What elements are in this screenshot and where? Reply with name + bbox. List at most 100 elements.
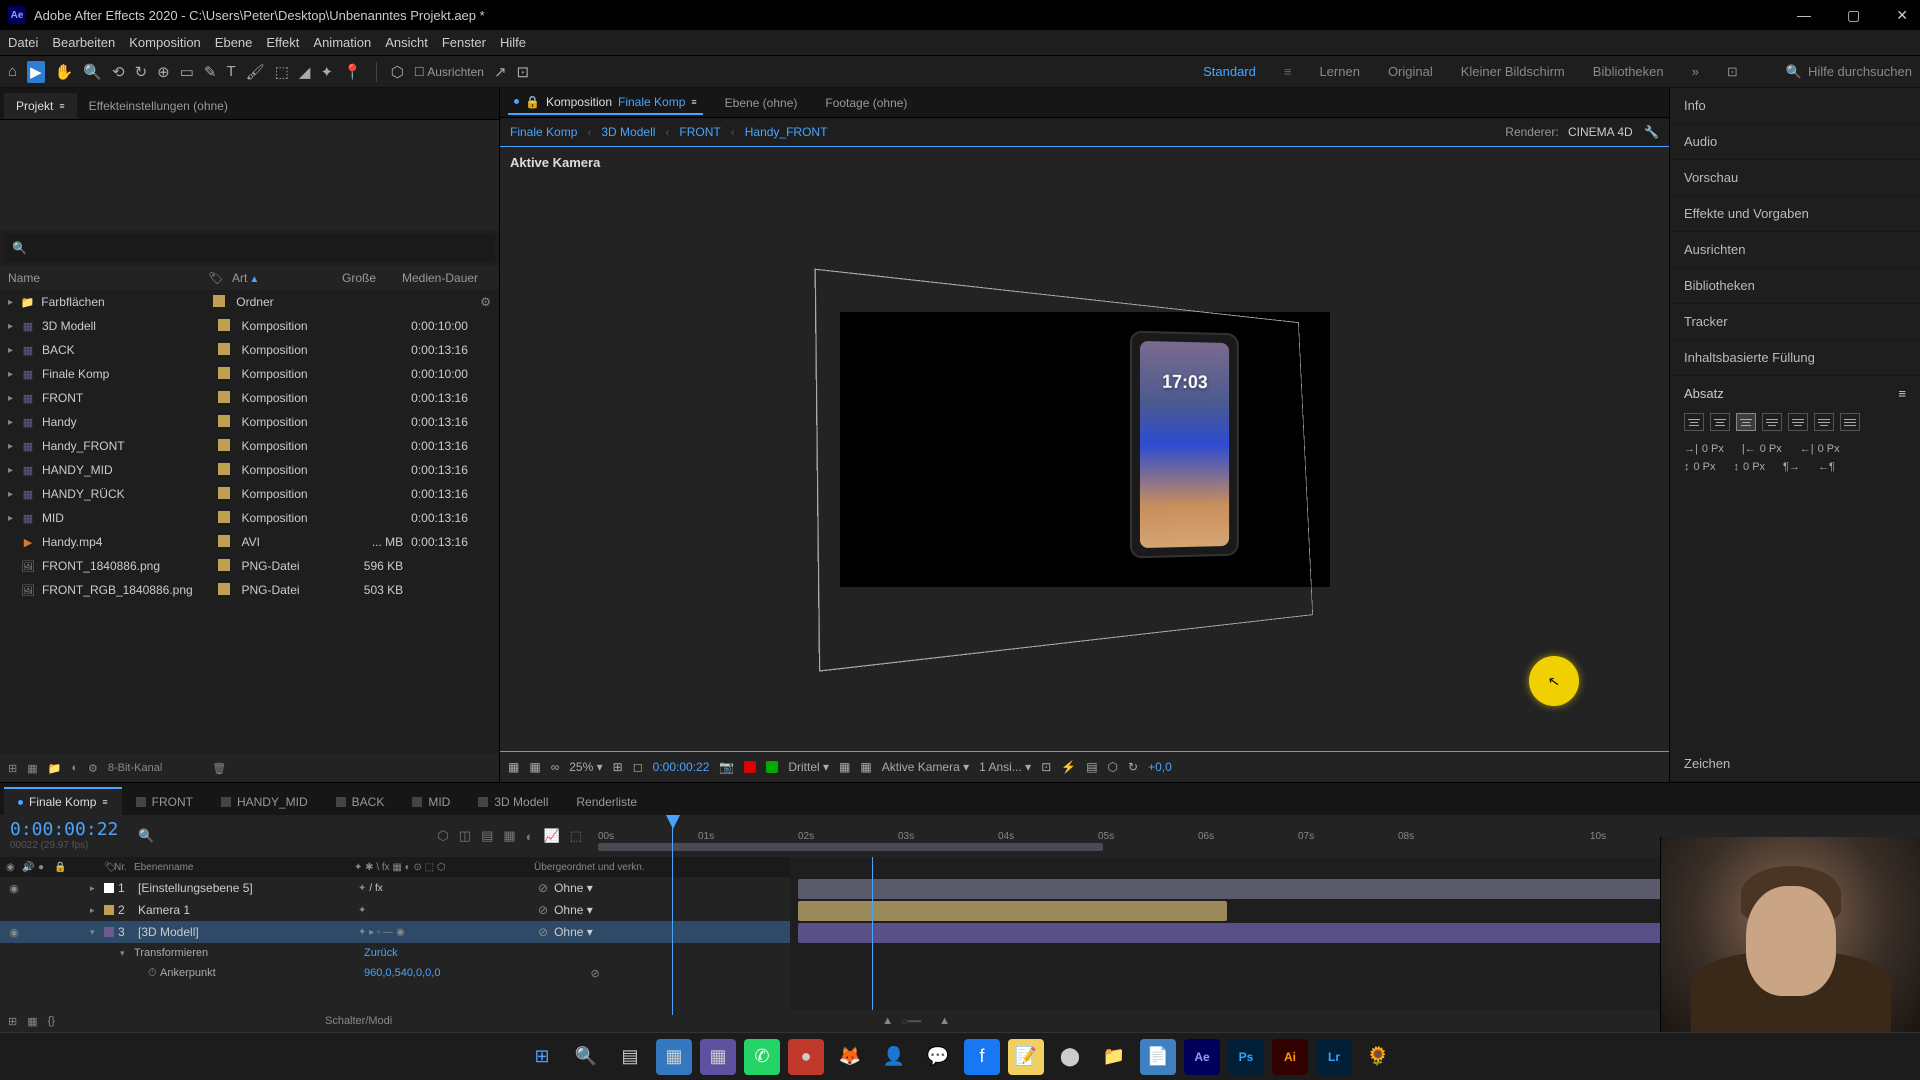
justify-all-icon[interactable] bbox=[1840, 413, 1860, 431]
taskbar-app-1[interactable]: ▦ bbox=[656, 1039, 692, 1075]
panel-zeichen[interactable]: Zeichen bbox=[1670, 746, 1920, 782]
taskbar-search-icon[interactable]: 🔍 bbox=[568, 1039, 604, 1075]
mask-icon[interactable]: ∞ bbox=[551, 760, 560, 774]
facebook-icon[interactable]: f bbox=[964, 1039, 1000, 1075]
menu-ansicht[interactable]: Ansicht bbox=[385, 35, 428, 50]
breadcrumb-2[interactable]: FRONT bbox=[679, 125, 720, 139]
reset-exposure-icon[interactable]: ↻ bbox=[1128, 760, 1138, 774]
taskbar-app-4[interactable]: ● bbox=[788, 1039, 824, 1075]
tl-draft3d-icon[interactable]: ◫ bbox=[459, 828, 471, 844]
anchor-tool-icon[interactable]: ⊕ bbox=[157, 63, 170, 81]
menu-bearbeiten[interactable]: Bearbeiten bbox=[52, 35, 115, 50]
col-type[interactable]: Art▲ bbox=[232, 271, 342, 285]
playhead-icon[interactable] bbox=[666, 815, 680, 829]
flowchart-icon[interactable]: ⬡ bbox=[1108, 760, 1118, 774]
rgb-icon[interactable]: ▦ bbox=[529, 760, 540, 774]
task-view-icon[interactable]: ▤ bbox=[612, 1039, 648, 1075]
project-item[interactable]: 🖼 FRONT_RGB_1840886.png PNG-Datei 503 KB bbox=[0, 578, 499, 602]
trash-icon[interactable]: 🗑 bbox=[212, 762, 226, 775]
align-right-icon[interactable] bbox=[1736, 413, 1756, 431]
menu-hilfe[interactable]: Hilfe bbox=[500, 35, 526, 50]
puppet-tool-icon[interactable]: 📍 bbox=[343, 63, 362, 81]
project-item[interactable]: ▸ ▦ Finale Komp Komposition 0:00:10:00 bbox=[0, 362, 499, 386]
tl-brainstorm-icon[interactable]: ⬚ bbox=[570, 828, 582, 844]
camera-dropdown[interactable]: Aktive Kamera ▾ bbox=[882, 760, 969, 774]
zoom-out-icon[interactable]: ▲ bbox=[882, 1015, 893, 1027]
workspace-lernen[interactable]: Lernen bbox=[1319, 64, 1359, 79]
exposure-value[interactable]: +0,0 bbox=[1148, 760, 1172, 774]
pen-tool-icon[interactable]: ✎ bbox=[204, 63, 217, 81]
tl-graph-icon[interactable]: 📈 bbox=[544, 828, 560, 844]
effect-settings-tab[interactable]: Effekteinstellungen (ohne) bbox=[77, 93, 240, 119]
workspace-menu-icon[interactable]: ≡ bbox=[1284, 64, 1292, 79]
composition-viewport[interactable]: Aktive Kamera 17:03 bbox=[500, 146, 1669, 752]
timeline-timecode[interactable]: 0:00:00:22 00022 (29.97 fps) bbox=[0, 815, 130, 857]
project-item[interactable]: ▸ ▦ BACK Komposition 0:00:13:16 bbox=[0, 338, 499, 362]
col-size[interactable]: Große bbox=[342, 271, 402, 285]
renderer-value[interactable]: CINEMA 4D bbox=[1568, 125, 1633, 139]
tl-tab-handymid[interactable]: HANDY_MID bbox=[207, 789, 322, 815]
rotate-tool-icon[interactable]: ↻ bbox=[135, 63, 148, 81]
help-search[interactable]: 🔍 Hilfe durchsuchen bbox=[1786, 64, 1912, 80]
panel-ausrichten[interactable]: Ausrichten bbox=[1670, 232, 1920, 268]
new-folder-icon[interactable]: 📁 bbox=[48, 762, 62, 775]
text-tool-icon[interactable]: T bbox=[226, 63, 235, 80]
roto-tool-icon[interactable]: ✦ bbox=[320, 63, 333, 81]
snap-icon[interactable]: ⬡ bbox=[391, 63, 404, 81]
taskbar-app-6[interactable]: 👤 bbox=[876, 1039, 912, 1075]
snapshot-icon[interactable]: 📷 bbox=[719, 760, 734, 774]
panel-bibliotheken[interactable]: Bibliotheken bbox=[1670, 268, 1920, 304]
layer-tab[interactable]: Ebene (ohne) bbox=[719, 92, 804, 114]
lightroom-icon[interactable]: Lr bbox=[1316, 1039, 1352, 1075]
menu-komposition[interactable]: Komposition bbox=[129, 35, 201, 50]
renderer-settings-icon[interactable]: 🔧 bbox=[1644, 125, 1659, 139]
views-dropdown[interactable]: 1 Ansi... ▾ bbox=[979, 760, 1031, 774]
project-column-headers[interactable]: Name 🏷 Art▲ Große Medien-Dauer bbox=[0, 266, 499, 290]
menu-effekt[interactable]: Effekt bbox=[266, 35, 299, 50]
snap-layer-icon[interactable]: ⊡ bbox=[517, 63, 530, 81]
parent-link-icon[interactable]: ⊘ bbox=[590, 967, 599, 980]
project-item[interactable]: ▸ 📁 Farbflächen Ordner ⚙ bbox=[0, 290, 499, 314]
indent-first[interactable]: |← 0 Px bbox=[1742, 443, 1782, 455]
project-item[interactable]: ▸ ▦ Handy_FRONT Komposition 0:00:13:16 bbox=[0, 434, 499, 458]
hand-tool-icon[interactable]: ✋ bbox=[55, 63, 74, 81]
new-comp-icon[interactable]: ▦ bbox=[27, 762, 37, 775]
toggle-in-out-icon[interactable]: {} bbox=[48, 1015, 55, 1027]
breadcrumb-3[interactable]: Handy_FRONT bbox=[745, 125, 828, 139]
tl-tab-back[interactable]: BACK bbox=[322, 789, 399, 815]
indent-left[interactable]: →| 0 Px bbox=[1684, 443, 1724, 455]
panel-fuellung[interactable]: Inhaltsbasierte Füllung bbox=[1670, 340, 1920, 376]
channel-red-icon[interactable] bbox=[744, 761, 756, 773]
resolution-icon[interactable]: ⊞ bbox=[613, 760, 623, 774]
obs-icon[interactable]: ⬤ bbox=[1052, 1039, 1088, 1075]
footer-timecode[interactable]: 0:00:00:22 bbox=[653, 760, 710, 774]
grid-dropdown[interactable]: Drittel ▾ bbox=[788, 760, 829, 774]
rect-tool-icon[interactable]: ▭ bbox=[180, 63, 194, 81]
firefox-icon[interactable]: 🦊 bbox=[832, 1039, 868, 1075]
snap-edge-icon[interactable]: ↗ bbox=[494, 63, 507, 81]
breadcrumb-1[interactable]: 3D Modell bbox=[601, 125, 655, 139]
adjust-icon[interactable]: ◐ bbox=[71, 762, 78, 774]
menu-ebene[interactable]: Ebene bbox=[215, 35, 253, 50]
project-item[interactable]: ▸ ▦ FRONT Komposition 0:00:13:16 bbox=[0, 386, 499, 410]
tl-tab-mid[interactable]: MID bbox=[398, 789, 464, 815]
workspace-standard[interactable]: Standard bbox=[1203, 64, 1256, 79]
absatz-title[interactable]: Absatz bbox=[1684, 386, 1724, 401]
toggle-switches-icon[interactable]: ⊞ bbox=[8, 1015, 17, 1028]
illustrator-icon[interactable]: Ai bbox=[1272, 1039, 1308, 1075]
space-before[interactable]: ↕ 0 Px bbox=[1684, 461, 1716, 473]
tl-search-icon[interactable]: 🔍 bbox=[138, 828, 154, 844]
toggle-transparency-icon[interactable]: ▦ bbox=[839, 760, 850, 774]
file-explorer-icon[interactable]: 📁 bbox=[1096, 1039, 1132, 1075]
tl-tab-renderliste[interactable]: Renderliste bbox=[562, 789, 651, 815]
close-button[interactable]: ✕ bbox=[1892, 7, 1912, 24]
lock-icon[interactable]: 🔒 bbox=[525, 95, 540, 109]
panel-vorschau[interactable]: Vorschau bbox=[1670, 160, 1920, 196]
brush-tool-icon[interactable]: 🖌 bbox=[246, 63, 265, 81]
project-item[interactable]: ▸ ▦ HANDY_RÜCK Komposition 0:00:13:16 bbox=[0, 482, 499, 506]
orbit-tool-icon[interactable]: ⟲ bbox=[112, 63, 125, 81]
panel-effekte[interactable]: Effekte und Vorgaben bbox=[1670, 196, 1920, 232]
fast-preview-icon[interactable]: ⚡ bbox=[1061, 760, 1076, 774]
footage-tab[interactable]: Footage (ohne) bbox=[819, 92, 913, 114]
tl-comp-mini-flowchart-icon[interactable]: ⬡ bbox=[437, 828, 448, 844]
